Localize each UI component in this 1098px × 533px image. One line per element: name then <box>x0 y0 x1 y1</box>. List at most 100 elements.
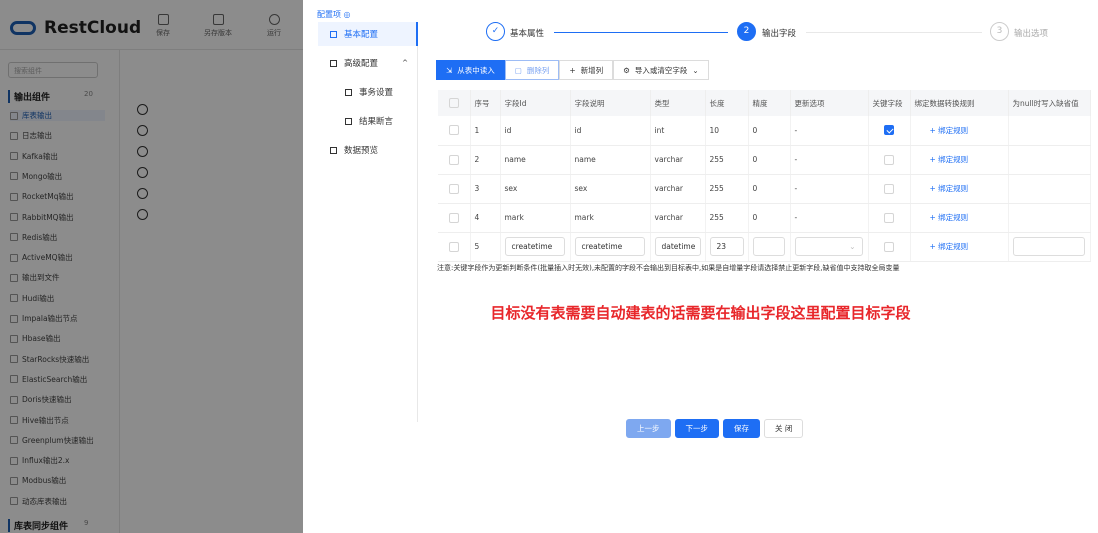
default-value-input[interactable] <box>1012 237 1085 256</box>
bind-rule-link[interactable]: + 绑定规则 <box>915 242 969 251</box>
config-title: 配置项 ◎ <box>317 10 351 19</box>
prec-input[interactable] <box>752 237 785 256</box>
table-row: 5 createtime createtime datetime 23 ⌄ + 绑定规则 <box>438 232 1091 262</box>
table-row: 3 sex sex varchar 255 0- + 绑定规则 <box>438 174 1091 204</box>
menu-label: 基本配置 <box>344 30 379 40</box>
menu-label: 结果断言 <box>359 117 394 127</box>
prec-cell: 0 <box>748 145 791 175</box>
key-field-checkbox[interactable] <box>884 154 894 165</box>
button-label: 导入或清空字段 <box>634 65 688 75</box>
menu-basic[interactable]: 基本配置 <box>318 22 418 46</box>
menu-advanced[interactable]: 高级配置 ^ <box>318 51 418 75</box>
step-label: 输出选项 <box>1014 29 1049 39</box>
desc-cell: sex <box>570 174 651 204</box>
add-column-button[interactable]: + 新增列 <box>559 60 614 80</box>
select-all-checkbox[interactable] <box>448 98 459 108</box>
column-header: 字段Id <box>500 90 571 116</box>
no-cell: 3 <box>470 174 501 204</box>
key-field-checkbox[interactable] <box>884 183 894 194</box>
chevron-up-icon: ^ <box>402 59 408 67</box>
menu-label: 数据预览 <box>344 146 379 156</box>
table-row: 2 name name varchar 255 0- + 绑定规则 <box>438 145 1091 175</box>
button-label: 从表中读入 <box>457 65 495 75</box>
column-header: 关键字段 <box>868 90 911 116</box>
key-field-checkbox[interactable] <box>884 241 894 252</box>
row-checkbox[interactable] <box>448 212 459 223</box>
column-header: 字段说明 <box>570 90 651 116</box>
import-clear-dropdown[interactable]: ⚙ 导入或清空字段 ⌄ <box>613 60 709 80</box>
save-button[interactable]: 保存 <box>723 419 760 438</box>
update-option-select[interactable]: ⌄ <box>794 237 863 256</box>
bind-rule-link[interactable]: + 绑定规则 <box>915 155 969 164</box>
bind-rule-link[interactable]: + 绑定规则 <box>915 184 969 193</box>
prec-cell: 0 <box>748 203 791 233</box>
table-row: 1 id id int 10 0- + 绑定规则 <box>438 116 1091 146</box>
step-2: 2 <box>737 22 756 41</box>
bind-rule-link[interactable]: + 绑定规则 <box>915 126 969 135</box>
menu-transaction[interactable]: 事务设置 <box>318 80 418 104</box>
upd-cell: - <box>790 145 869 175</box>
step-line <box>554 32 728 33</box>
id-cell: sex <box>500 174 571 204</box>
step-3: 3 <box>990 22 1009 41</box>
id-cell: id <box>500 116 571 146</box>
len-cell: 255 <box>705 174 749 204</box>
len-cell: 10 <box>705 116 749 146</box>
no-cell: 4 <box>470 203 501 233</box>
upd-cell: - <box>790 203 869 233</box>
button-label: 新增列 <box>580 65 604 75</box>
menu-assert[interactable]: 结果断言 <box>318 109 418 133</box>
key-field-checkbox[interactable] <box>884 212 894 223</box>
column-header: 序号 <box>470 90 501 116</box>
upd-cell: - <box>790 116 869 146</box>
id-cell: mark <box>500 203 571 233</box>
id-cell: name <box>500 145 571 175</box>
type-cell: varchar <box>650 203 706 233</box>
key-field-checkbox[interactable] <box>884 125 894 136</box>
annotation-text: 目标没有表需要自动建表的话需要在输出字段这里配置目标字段 <box>490 304 911 322</box>
row-checkbox[interactable] <box>448 154 459 165</box>
len-input[interactable]: 23 <box>709 237 744 256</box>
len-cell: 255 <box>705 145 749 175</box>
grid-icon <box>345 117 352 125</box>
cube-icon <box>330 59 337 67</box>
button-label: 删除列 <box>526 65 550 75</box>
prev-button[interactable]: 上一步 <box>626 419 671 438</box>
type-cell: varchar <box>650 174 706 204</box>
next-button[interactable]: 下一步 <box>674 419 719 438</box>
type-cell: varchar <box>650 145 706 175</box>
len-cell: 255 <box>705 203 749 233</box>
row-checkbox[interactable] <box>448 183 459 194</box>
prec-cell: 0 <box>748 174 791 204</box>
steps: ✓ 基本属性 2 输出字段 3 输出选项 <box>486 22 1066 44</box>
no-cell: 1 <box>470 116 501 146</box>
delete-column-button[interactable]: ▢ 删除列 <box>504 60 560 80</box>
config-drawer: 配置项 ◎ 基本配置 高级配置 ^ 事务设置 结果断言 数据预览 ✓ 基本属性 2… <box>303 0 1098 533</box>
bind-rule-link[interactable]: + 绑定规则 <box>915 213 969 222</box>
type-input[interactable]: datetime <box>654 237 701 256</box>
menu-label: 高级配置 <box>344 59 379 69</box>
menu-preview[interactable]: 数据预览 <box>318 138 418 162</box>
no-cell: 2 <box>470 145 501 175</box>
step-label: 输出字段 <box>762 29 797 39</box>
close-button[interactable]: 关 闭 <box>764 419 804 438</box>
column-header: 为null时写入缺省值 <box>1008 90 1091 116</box>
column-header: 绑定数据转换规则 <box>910 90 1009 116</box>
desc-cell: id <box>570 116 651 146</box>
row-checkbox[interactable] <box>448 125 459 136</box>
id-input[interactable]: createtime <box>504 237 565 256</box>
upd-cell: - <box>790 174 869 204</box>
desc-input[interactable]: createtime <box>574 237 645 256</box>
column-header: 更新选项 <box>790 90 869 116</box>
column-header: 精度 <box>748 90 791 116</box>
column-header: 长度 <box>705 90 749 116</box>
step-label: 基本属性 <box>510 29 545 39</box>
preview-icon <box>330 146 337 154</box>
config-menu: 基本配置 高级配置 ^ 事务设置 结果断言 数据预览 <box>318 22 418 422</box>
note-text: 注意:关键字段作为更新判断条件(批量插入时无效),未配置的字段不会输出到目标表中… <box>437 264 900 272</box>
read-from-table-button[interactable]: ⇲ 从表中读入 <box>436 60 505 80</box>
column-header <box>438 90 471 116</box>
desc-cell: mark <box>570 203 651 233</box>
row-checkbox[interactable] <box>448 241 459 252</box>
menu-label: 事务设置 <box>359 88 394 98</box>
